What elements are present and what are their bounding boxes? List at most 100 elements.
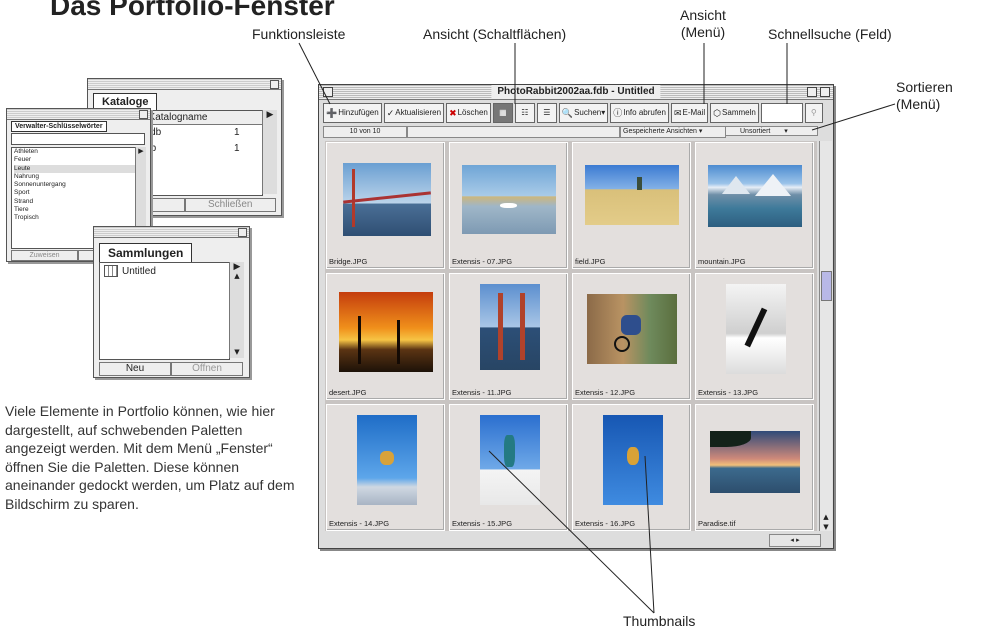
list-item[interactable]: Strand xyxy=(14,198,135,206)
zoom-box-icon[interactable] xyxy=(807,87,817,97)
list-item[interactable]: Untitled xyxy=(100,263,229,279)
thumbnail-image[interactable] xyxy=(343,163,431,236)
callout-sortieren-line1: Sortieren xyxy=(896,79,953,95)
thumbnail-cell[interactable]: desert.JPG xyxy=(326,273,445,400)
thumbnail-caption: desert.JPG xyxy=(329,388,367,397)
thumbnail-cell[interactable]: mountain.JPG xyxy=(695,142,814,269)
keywords-titlebar[interactable] xyxy=(7,109,150,120)
collapse-box-icon[interactable] xyxy=(820,87,830,97)
list-item[interactable]: Sport xyxy=(14,189,135,197)
sort-menu[interactable]: Unsortiert ▾ xyxy=(725,126,818,136)
thumbnail-cell[interactable]: Bridge.JPG xyxy=(326,142,445,269)
new-button[interactable]: Neu xyxy=(99,362,171,376)
thumbnail-cell[interactable]: field.JPG xyxy=(572,142,691,269)
thumbnail-image[interactable] xyxy=(710,431,800,493)
thumbnail-image[interactable] xyxy=(480,415,540,505)
quick-search-button[interactable]: ⚲ xyxy=(804,103,823,123)
kataloge-scrollbar[interactable]: ▶ xyxy=(262,110,277,194)
view-gallery-button[interactable]: ▦ xyxy=(492,103,513,123)
delete-button[interactable]: ✖ Löschen xyxy=(446,103,491,123)
collect-button[interactable]: ⬡ Sammeln xyxy=(710,103,759,123)
plus-icon: ➕ xyxy=(326,108,338,118)
callout-sortieren-line2: (Menü) xyxy=(896,96,941,112)
kataloge-close-button[interactable]: Schließen xyxy=(184,198,276,212)
keywords-menu-arrow-icon[interactable]: ▶ xyxy=(138,147,143,155)
thumbnail-image[interactable] xyxy=(357,415,417,505)
thumbnail-cell[interactable]: Paradise.tif xyxy=(695,404,814,531)
thumbnail-image[interactable] xyxy=(603,415,663,505)
thumbnail-grid[interactable]: Bridge.JPG Extensis - 07.JPG field.JPG moun… xyxy=(325,141,817,531)
thumbnail-image[interactable] xyxy=(339,292,433,372)
view-list-button[interactable]: ☷ xyxy=(514,103,535,123)
thumbnail-image[interactable] xyxy=(480,284,540,370)
kataloge-menu-arrow-icon[interactable]: ▶ xyxy=(263,110,277,120)
thumbnail-caption: Extensis - 15.JPG xyxy=(452,519,513,528)
chevron-down-icon: ▾ xyxy=(698,128,703,135)
sammlungen-zoom-box[interactable] xyxy=(238,228,247,237)
scroll-up-icon[interactable]: ▲ xyxy=(820,513,832,521)
catalog-count: 1 xyxy=(234,143,240,154)
collect-button-label: Sammeln xyxy=(722,108,756,117)
thumbnail-cell[interactable]: Extensis - 15.JPG xyxy=(449,404,568,531)
description-text: Viele Elemente in Portfolio können, wie … xyxy=(5,403,295,512)
thumbnail-cell[interactable]: Extensis - 14.JPG xyxy=(326,404,445,531)
horizontal-scrollbar[interactable]: ◂ ▸ xyxy=(769,534,821,547)
list-item[interactable]: Feuer xyxy=(14,156,135,164)
thumbnail-cell[interactable]: Extensis - 13.JPG xyxy=(695,273,814,400)
sammlungen-scrollbar[interactable]: ▶ ▲ ▼ xyxy=(229,262,244,358)
kataloge-titlebar[interactable] xyxy=(88,79,281,90)
sammlungen-menu-arrow-icon[interactable]: ▶ xyxy=(230,262,244,272)
tab-sammlungen[interactable]: Sammlungen xyxy=(99,243,193,262)
thumbnail-caption: Paradise.tif xyxy=(698,519,736,528)
info-button-label: Info abrufen xyxy=(623,108,666,117)
scroll-up-icon[interactable]: ▲ xyxy=(230,272,244,280)
thumbnail-cell[interactable]: Extensis - 16.JPG xyxy=(572,404,691,531)
thumbnail-image[interactable] xyxy=(587,294,677,364)
scroll-down-icon[interactable]: ▼ xyxy=(820,523,832,531)
assign-button[interactable]: Zuweisen xyxy=(11,250,78,261)
close-box-icon[interactable] xyxy=(323,87,333,97)
saved-views-menu[interactable]: Gespeicherte Ansichten ▾ xyxy=(620,126,726,138)
thumbnail-cell[interactable]: Extensis - 07.JPG xyxy=(449,142,568,269)
sammlungen-list[interactable]: Untitled xyxy=(99,262,230,360)
thumbnail-cell[interactable]: Extensis - 12.JPG xyxy=(572,273,691,400)
open-button[interactable]: Öffnen xyxy=(171,362,243,376)
list-item[interactable]: Tiere xyxy=(14,206,135,214)
quick-search-input[interactable] xyxy=(760,103,803,123)
thumbnail-image[interactable] xyxy=(708,165,802,227)
page-heading: Das Portfolio-Fenster xyxy=(50,0,335,21)
list-item[interactable]: Athleten xyxy=(14,148,135,156)
update-button[interactable]: ✓ Aktualisieren xyxy=(383,103,445,123)
info-button[interactable]: ⓘ Info abrufen xyxy=(610,103,669,123)
scroll-down-icon[interactable]: ▼ xyxy=(230,348,244,356)
keywords-zoom-box[interactable] xyxy=(139,110,148,119)
scroll-thumb[interactable] xyxy=(821,271,832,301)
scroll-left-right-icon[interactable]: ◂ ▸ xyxy=(790,536,799,544)
search-button[interactable]: 🔍 Suchen ▾ xyxy=(558,103,609,123)
list-item[interactable]: Sonnenuntergang xyxy=(14,181,135,189)
chevron-down-icon: ▾ xyxy=(784,128,788,135)
list-item[interactable]: Nahrung xyxy=(14,173,135,181)
view-detail-button[interactable]: ☰ xyxy=(536,103,557,123)
kataloge-zoom-box[interactable] xyxy=(270,80,279,89)
keyword-input[interactable] xyxy=(11,133,145,145)
callout-schnellsuche: Schnellsuche (Feld) xyxy=(768,26,892,42)
thumbnail-image[interactable] xyxy=(585,165,679,225)
sammlungen-titlebar[interactable] xyxy=(94,227,249,238)
thumbnail-cell[interactable]: Extensis - 11.JPG xyxy=(449,273,568,400)
thumbnail-caption: mountain.JPG xyxy=(698,257,746,266)
window-titlebar[interactable]: PhotoRabbit2002aa.fdb - Untitled xyxy=(319,85,833,100)
tab-keywords[interactable]: Verwalter-Schlüsselwörter xyxy=(11,121,107,132)
add-button[interactable]: ➕ Hinzufügen xyxy=(323,103,382,123)
vertical-scrollbar[interactable]: ▲ ▼ xyxy=(819,141,832,531)
email-button[interactable]: ✉ E-Mail xyxy=(670,103,709,123)
magnifier-icon: ⚲ xyxy=(810,108,817,117)
list-item[interactable]: Tropisch xyxy=(14,214,135,222)
thumbnail-caption: field.JPG xyxy=(575,257,606,266)
thumbnail-image[interactable] xyxy=(462,165,556,234)
collection-name: Untitled xyxy=(122,265,156,277)
thumbnail-image[interactable] xyxy=(726,284,786,374)
add-button-label: Hinzufügen xyxy=(338,108,379,117)
list-item[interactable]: Leute xyxy=(14,164,135,173)
collection-icon xyxy=(104,265,118,277)
